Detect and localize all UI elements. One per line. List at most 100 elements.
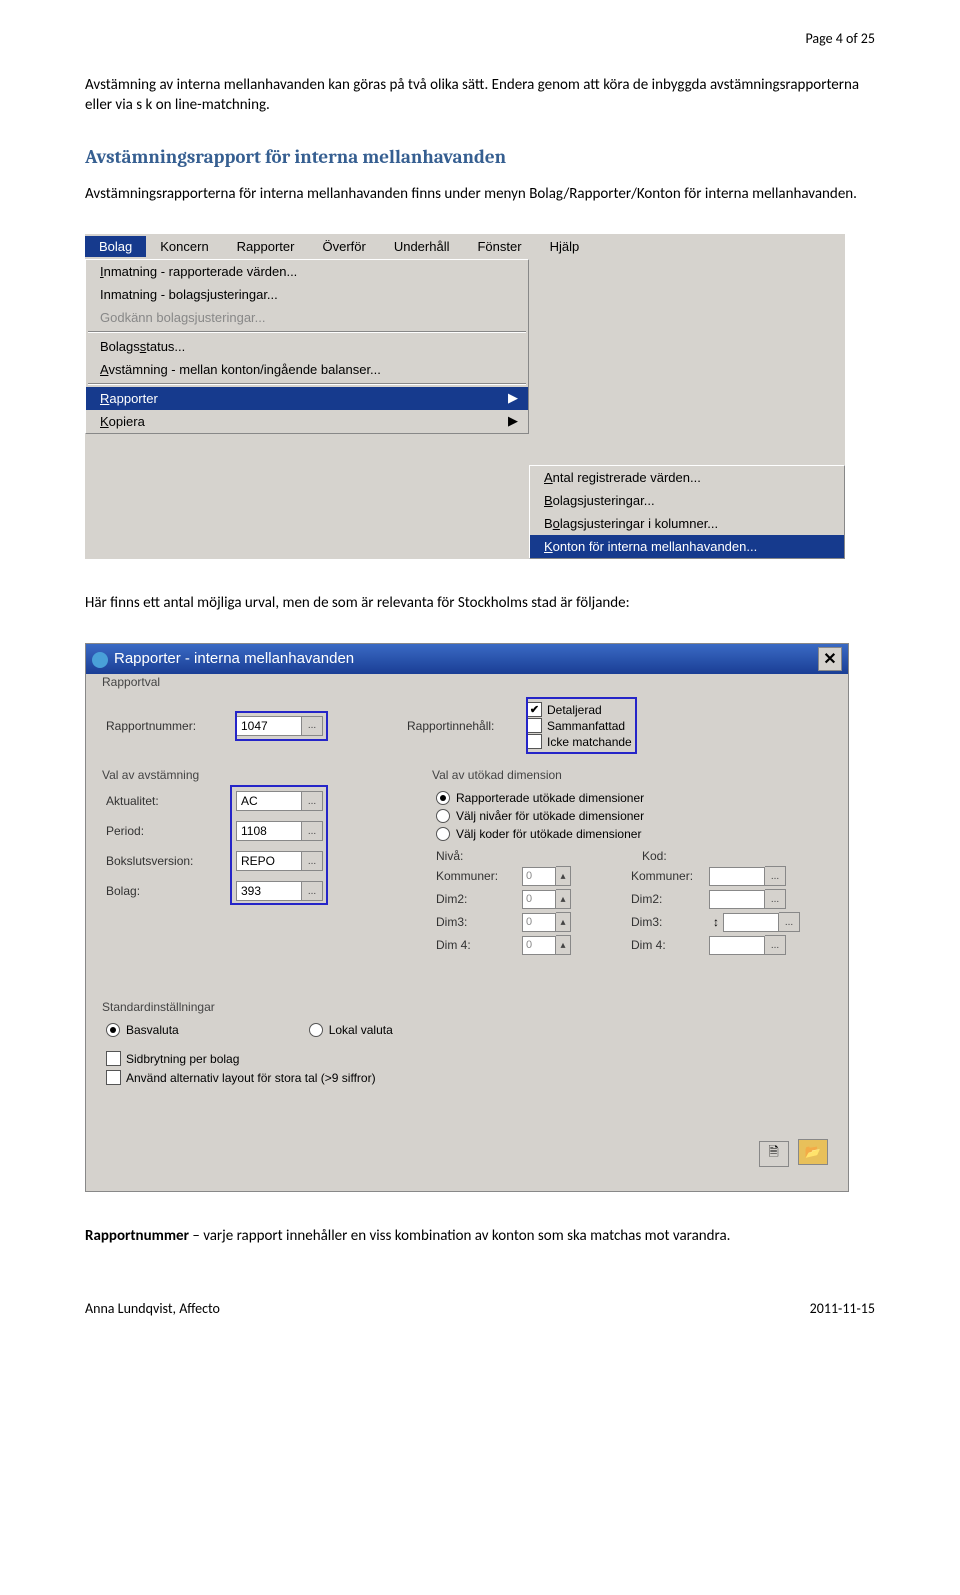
menu-underhall[interactable]: Underhåll — [380, 236, 464, 257]
footer-author: Anna Lundqvist, Affecto — [85, 1300, 220, 1317]
checkbox-sidbrytning[interactable] — [106, 1051, 121, 1066]
radio-valj-koder[interactable] — [436, 827, 450, 841]
label-kod: Kod: — [642, 849, 720, 863]
menu-item-inmatning-rapporterade[interactable]: Inmatning - rapporterade värden... — [86, 260, 528, 283]
checkbox-sammanfattad[interactable] — [527, 718, 542, 733]
label-dim2: Dim2: — [436, 892, 522, 906]
label-r2: Välj nivåer för utökade dimensioner — [456, 809, 644, 823]
spinner: ▴ — [556, 935, 571, 955]
label-kommuner: Kommuner: — [436, 869, 522, 883]
label-kod-kommuner: Kommuner: — [631, 869, 709, 883]
group-label: Standardinställningar — [99, 1000, 218, 1014]
label-niva: Nivå: — [436, 849, 522, 863]
submenu-arrow-icon: ▶ — [508, 413, 518, 429]
group-rapportval: Rapportval Rapportnummer: 1047 ... Rappo… — [96, 682, 838, 767]
dialog-titlebar: Rapporter - interna mellanhavanden ✕ — [86, 644, 848, 674]
radio-basvaluta[interactable] — [106, 1023, 120, 1037]
label-icke-matchande: Icke matchande — [547, 735, 632, 749]
submenu-bolagsjusteringar-kolumner[interactable]: Bolagsjusteringar i kolumner... — [530, 512, 844, 535]
paragraph-2: Avstämningsrapporterna för interna mella… — [85, 184, 875, 204]
menu-hjalp[interactable]: Hjälp — [536, 236, 594, 257]
menu-bolag[interactable]: Bolag — [85, 236, 146, 257]
checkbox-icke-matchande[interactable] — [527, 734, 542, 749]
group-label: Val av avstämning — [99, 768, 202, 782]
submenu-bolagsjusteringar[interactable]: Bolagsjusteringar... — [530, 489, 844, 512]
lookup-button: ... — [765, 889, 786, 909]
lookup-button: ... — [765, 935, 786, 955]
group-standardinstallningar: Standardinställningar Basvaluta Lokal va… — [96, 1007, 838, 1183]
label-bokslutsversion: Bokslutsversion: — [106, 854, 236, 868]
label-kod-dim4: Dim 4: — [631, 938, 709, 952]
label-aktualitet: Aktualitet: — [106, 794, 236, 808]
menu-koncern[interactable]: Koncern — [146, 236, 222, 257]
group-label: Rapportval — [99, 675, 163, 689]
group-val-utokad-dimension: Val av utökad dimension Rapporterade utö… — [426, 775, 844, 991]
app-icon — [92, 652, 108, 668]
group-label: Val av utökad dimension — [429, 768, 565, 782]
paragraph-3: Här finns ett antal möjliga urval, men d… — [85, 593, 875, 613]
input-kod-dim2 — [709, 890, 765, 909]
checkbox-detaljerad[interactable]: ✔ — [527, 702, 542, 717]
cursor-icon: ↕ — [709, 915, 723, 929]
submenu-arrow-icon: ▶ — [508, 390, 518, 406]
label-rapportinnehall: Rapportinnehåll: — [407, 719, 527, 733]
input-niva-dim3: 0 — [522, 913, 556, 932]
label-dim4: Dim 4: — [436, 938, 522, 952]
label-period: Period: — [106, 824, 236, 838]
menu-item-rapporter[interactable]: Rapporter▶ — [86, 387, 528, 410]
input-rapportnummer[interactable]: 1047 — [236, 716, 302, 736]
term-rapportnummer: Rapportnummer — [85, 1227, 189, 1245]
submenu-antal-registrerade[interactable]: Antal registrerade värden... — [530, 466, 844, 489]
menu-screenshot: Bolag Koncern Rapporter Överför Underhål… — [85, 234, 845, 559]
close-button[interactable]: ✕ — [818, 647, 842, 671]
menu-item-avstamning[interactable]: Avstämning - mellan konton/ingående bala… — [86, 358, 528, 381]
radio-valj-nivaer[interactable] — [436, 809, 450, 823]
document-search-icon: 🗎 — [768, 1143, 778, 1165]
spinner: ▴ — [556, 889, 571, 909]
input-kod-kommuner — [709, 867, 765, 886]
label-detaljerad: Detaljerad — [547, 703, 602, 717]
label-rapportnummer: Rapportnummer: — [106, 719, 236, 733]
lookup-button[interactable]: ... — [302, 716, 323, 736]
page-number: Page 4 of 25 — [85, 30, 875, 47]
intro-paragraph: Avstämning av interna mellanhavanden kan… — [85, 75, 875, 116]
label-dim3: Dim3: — [436, 915, 522, 929]
input-kod-dim4 — [709, 936, 765, 955]
spinner: ▴ — [556, 866, 571, 886]
menu-overfor[interactable]: Överför — [308, 236, 379, 257]
input-niva-dim2: 0 — [522, 890, 556, 909]
menu-item-godkann: Godkänn bolagsjusteringar... — [86, 306, 528, 329]
label-lokalvaluta: Lokal valuta — [329, 1023, 393, 1037]
label-altlayout: Använd alternativ layout för stora tal (… — [126, 1071, 376, 1085]
preview-button[interactable]: 🗎 — [759, 1141, 789, 1167]
submenu-konton-interna[interactable]: Konton för interna mellanhavanden... — [530, 535, 844, 558]
input-niva-kommuner: 0 — [522, 867, 556, 886]
menubar: Bolag Koncern Rapporter Överför Underhål… — [85, 234, 845, 259]
section-heading: Avstämningsrapport för interna mellanhav… — [85, 146, 875, 168]
label-r1: Rapporterade utökade dimensioner — [456, 791, 644, 805]
label-sammanfattad: Sammanfattad — [547, 719, 625, 733]
label-basvaluta: Basvaluta — [126, 1023, 179, 1037]
checkbox-altlayout[interactable] — [106, 1070, 121, 1085]
submenu: Antal registrerade värden... Bolagsjuste… — [529, 465, 845, 559]
spinner: ▴ — [556, 912, 571, 932]
dialog-screenshot: Rapporter - interna mellanhavanden ✕ Rap… — [85, 643, 849, 1192]
folder-open-icon: 📂 — [805, 1144, 821, 1160]
label-bolag: Bolag: — [106, 884, 236, 898]
label-kod-dim3: Dim3: — [631, 915, 709, 929]
menu-rapporter[interactable]: Rapporter — [223, 236, 309, 257]
lookup-button: ... — [765, 866, 786, 886]
menu-item-inmatning-bolagsjusteringar[interactable]: Inmatning - bolagsjusteringar... — [86, 283, 528, 306]
footer-date: 2011-11-15 — [810, 1300, 875, 1317]
menu-item-kopiera[interactable]: Kopiera▶ — [86, 410, 528, 433]
radio-rapporterade[interactable] — [436, 791, 450, 805]
label-kod-dim2: Dim2: — [631, 892, 709, 906]
radio-lokalvaluta[interactable] — [309, 1023, 323, 1037]
dialog-title: Rapporter - interna mellanhavanden — [114, 650, 354, 667]
lookup-button: ... — [779, 912, 800, 932]
menu-fonster[interactable]: Fönster — [463, 236, 535, 257]
open-button[interactable]: 📂 — [798, 1139, 828, 1165]
paragraph-4: Rapportnummer – varje rapport innehåller… — [85, 1226, 875, 1246]
label-r3: Välj koder för utökade dimensioner — [456, 827, 641, 841]
menu-item-bolagsstatus[interactable]: Bolagsstatus... — [86, 335, 528, 358]
